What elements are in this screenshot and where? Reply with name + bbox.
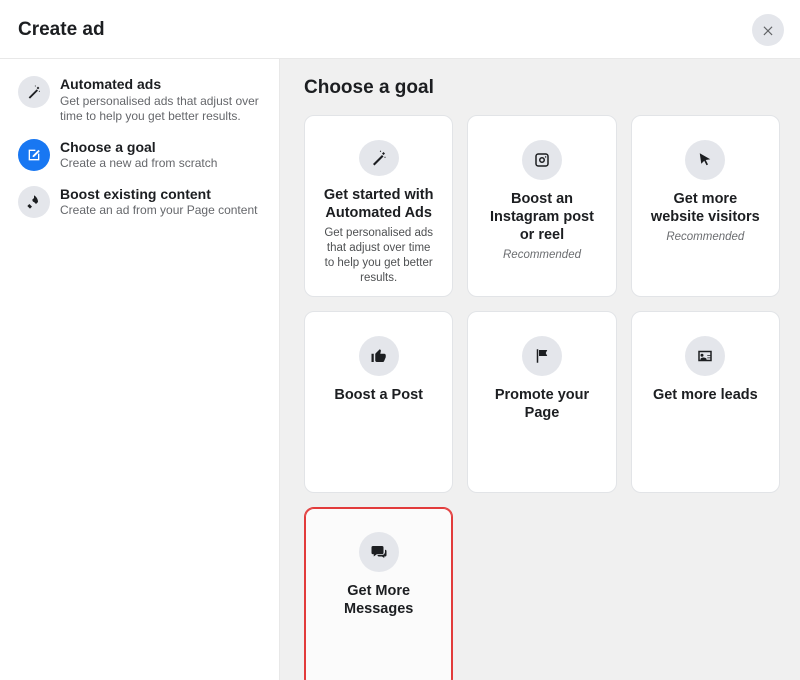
main-panel: Choose a goal Get started with Automated… [280,59,800,680]
id-card-icon [685,336,725,376]
goal-card-title: Boost an Instagram post or reel [478,190,605,244]
sidebar-item-desc: Create an ad from your Page content [60,203,257,219]
instagram-icon [522,140,562,180]
modal-header: Create ad [0,0,800,59]
goal-card-title: Get more leads [649,386,762,404]
goal-card-promote-page[interactable]: Promote your Page [467,311,616,493]
sidebar: Automated ads Get personalised ads that … [0,59,280,680]
cursor-icon [685,140,725,180]
goal-card-more-leads[interactable]: Get more leads [631,311,780,493]
close-button[interactable] [752,14,784,46]
goal-card-title: Promote your Page [478,386,605,422]
goal-card-title: Get More Messages [315,582,442,618]
compose-icon [18,139,50,171]
sidebar-item-label: Boost existing content [60,186,257,204]
sidebar-item-label: Automated ads [60,76,261,94]
sidebar-item-choose-goal[interactable]: Choose a goal Create a new ad from scrat… [10,132,269,179]
main-heading: Choose a goal [304,77,780,99]
goal-card-boost-instagram[interactable]: Boost an Instagram post or reel Recommen… [467,115,616,297]
goal-card-sub: Get personalised ads that adjust over ti… [315,226,442,286]
goal-card-more-messages[interactable]: Get More Messages [304,507,453,680]
goal-card-sub: Recommended [497,248,587,263]
sidebar-item-desc: Create a new ad from scratch [60,156,217,172]
thumbs-up-icon [359,336,399,376]
goal-card-title: Get more website visitors [642,190,769,226]
sidebar-item-desc: Get personalised ads that adjust over ti… [60,94,261,125]
flag-icon [522,336,562,376]
goal-card-automated-ads[interactable]: Get started with Automated Ads Get perso… [304,115,453,297]
sidebar-item-label: Choose a goal [60,139,217,157]
goal-card-website-visitors[interactable]: Get more website visitors Recommended [631,115,780,297]
modal-title: Create ad [18,19,105,41]
goal-card-title: Get started with Automated Ads [315,186,442,222]
close-icon [761,23,775,37]
rocket-icon [18,186,50,218]
sidebar-item-boost-existing[interactable]: Boost existing content Create an ad from… [10,179,269,226]
messages-icon [359,532,399,572]
sidebar-item-automated-ads[interactable]: Automated ads Get personalised ads that … [10,69,269,132]
goal-card-sub: Recommended [660,230,750,245]
wand-icon [359,140,399,176]
modal-body: Automated ads Get personalised ads that … [0,59,800,680]
create-ad-modal: Create ad Automated ads Get personalised… [0,0,800,680]
goal-grid: Get started with Automated Ads Get perso… [304,115,780,680]
goal-card-boost-post[interactable]: Boost a Post [304,311,453,493]
goal-card-title: Boost a Post [330,386,427,404]
wand-icon [18,76,50,108]
